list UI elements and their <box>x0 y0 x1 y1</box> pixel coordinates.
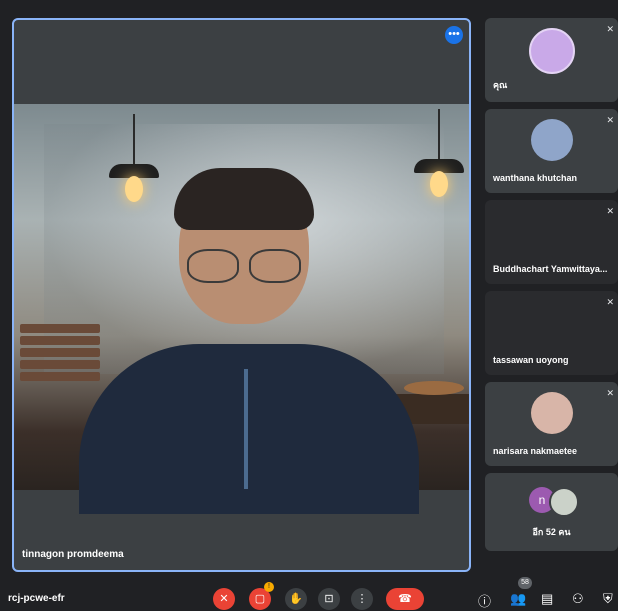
speaker-body <box>79 344 419 514</box>
mic-off-icon: ✕ <box>606 297 614 307</box>
participant-name: Buddhachart Yamwittaya... <box>493 264 608 274</box>
info-icon[interactable]: ⓘ <box>478 591 491 610</box>
participant-tile[interactable]: ✕ wanthana khutchan <box>485 109 618 193</box>
lanyard <box>244 369 248 489</box>
mic-off-icon: ✕ <box>606 388 614 398</box>
present-button[interactable]: ⊡ <box>318 588 340 610</box>
raise-hand-button[interactable]: ✋ <box>285 588 307 610</box>
camera-off-icon: ▢ <box>254 593 266 605</box>
avatar <box>530 392 573 434</box>
glasses <box>187 249 302 283</box>
avatar <box>528 28 575 74</box>
participants-button[interactable]: 58 👥 <box>510 577 532 607</box>
speaker-hair <box>174 168 314 230</box>
more-participants-tile[interactable]: n อีก 52 คน <box>485 473 618 551</box>
main-video-tile[interactable]: ••• tinnagon promdeema <box>12 18 471 572</box>
book-stack <box>20 324 100 394</box>
end-call-button[interactable]: ☎ <box>386 588 424 610</box>
mic-off-icon: ✕ <box>606 24 614 34</box>
avatar <box>549 487 579 517</box>
more-options-button[interactable]: ⋮ <box>351 588 373 610</box>
avatar <box>530 119 573 161</box>
more-vertical-icon: ⋮ <box>356 593 368 605</box>
camera-off-button[interactable]: ▢ ! <box>249 582 274 610</box>
host-controls-icon[interactable]: ⛨ <box>603 591 613 607</box>
chat-icon[interactable]: ▤ <box>541 591 553 607</box>
participant-tile[interactable]: ✕ Buddhachart Yamwittaya... <box>485 200 618 284</box>
participant-name: narisara nakmaetee <box>493 446 578 456</box>
speaker-video <box>14 104 469 514</box>
participant-name: คุณ <box>493 80 508 90</box>
participant-name: tassawan uoyong <box>493 355 569 365</box>
more-participants-label: อีก 52 คน <box>532 527 571 537</box>
speaker-name: tinnagon promdeema <box>22 549 124 560</box>
participant-name: wanthana khutchan <box>493 173 578 183</box>
bottom-toolbar: rcj-pcwe-efr ✕ ▢ ! ✋ ⊡ ⋮ ☎ ⓘ 58 👥 ▤ ⚇ ⛨ <box>0 577 618 611</box>
alert-badge: ! <box>264 582 274 592</box>
participant-tile-self[interactable]: ✕ คุณ <box>485 18 618 102</box>
mic-off-icon: ✕ <box>606 115 614 125</box>
bread <box>404 381 464 395</box>
speaker-person <box>79 168 419 514</box>
present-icon: ⊡ <box>324 593 334 605</box>
participant-tile[interactable]: ✕ narisara nakmaetee <box>485 382 618 466</box>
activities-icon[interactable]: ⚇ <box>572 591 584 607</box>
hand-icon: ✋ <box>289 593 303 605</box>
mic-off-icon: ✕ <box>606 206 614 216</box>
more-options-icon[interactable]: ••• <box>445 26 463 44</box>
people-icon: 👥 <box>510 591 527 606</box>
mic-off-button[interactable]: ✕ <box>213 588 235 610</box>
mic-off-icon: ✕ <box>219 593 229 605</box>
pendant-lamp <box>414 109 464 197</box>
phone-hangup-icon: ☎ <box>398 593 412 605</box>
participant-tile[interactable]: ✕ tassawan uoyong <box>485 291 618 375</box>
participants-count-badge: 58 <box>518 577 532 589</box>
meeting-code: rcj-pcwe-efr <box>8 593 65 604</box>
